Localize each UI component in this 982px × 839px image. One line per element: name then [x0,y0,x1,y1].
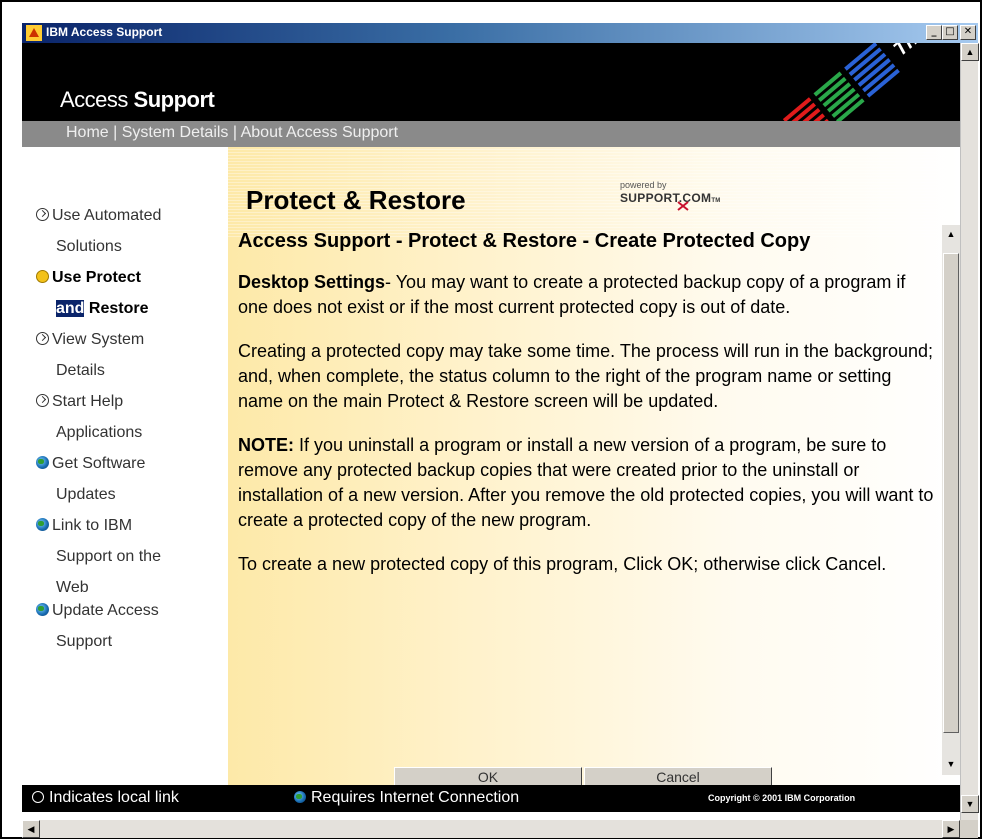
sidebar-item-label: Solutions [56,238,122,255]
instruction-paragraph: To create a new protected copy of this p… [238,554,887,574]
note-paragraph: NOTE: If you uninstall a program or inst… [238,433,938,533]
legend-label: Indicates local link [49,789,179,806]
sidebar-item-label: View System [52,331,145,348]
sidebar-item-label: Link to IBM [52,517,133,534]
support-com-swoosh-icon [677,201,689,211]
brand-light: Access [60,87,134,112]
sidebar-item-automated-solutions[interactable]: Use Automated Solutions [36,200,226,262]
scroll-up-icon[interactable]: ▲ [961,43,979,61]
globe-icon [294,791,306,803]
main-content: Protect & Restore powered by SUPPORT.COM… [228,147,960,785]
window-horizontal-scrollbar[interactable]: ◀ ▶ [22,820,960,838]
scroll-left-icon[interactable]: ◀ [22,820,40,838]
internet-legend: Requires Internet Connection [294,789,519,807]
nav-separator: | [108,124,122,141]
sidebar-item-label: Restore [84,300,149,317]
sidebar-item-software-updates[interactable]: Get Software Updates [36,448,226,510]
sidebar: Use Automated Solutions Use Protect and … [22,147,228,785]
ok-button[interactable]: OK [394,767,582,785]
nav-home-link[interactable]: Home [66,124,109,141]
nav-system-details-link[interactable]: System Details [122,124,229,141]
sidebar-item-label: Start Help [52,393,124,410]
local-link-icon [36,332,49,345]
maximize-button[interactable]: □ [942,25,958,40]
local-link-icon [32,791,44,803]
local-link-icon [36,394,49,407]
scrollbar-corner [960,820,978,838]
top-nav: Home | System Details | About Access Sup… [22,121,960,147]
globe-icon [36,603,49,616]
local-link-legend: Indicates local link [32,789,179,807]
sidebar-item-label: Get Software [52,455,146,472]
sidebar-item-protect-restore[interactable]: Use Protect and Restore [36,262,226,324]
dialog-buttons: OK Cancel [394,767,778,785]
sidebar-item-label: Updates [56,486,116,503]
brand-title: Access Support [60,87,215,113]
sidebar-item-update-access-support[interactable]: Update Access Support [36,595,226,657]
window-title: IBM Access Support [46,25,163,39]
nav-links: Home | System Details | About Access Sup… [66,124,398,142]
app-header: Access Support ThinkPad [22,43,960,121]
copyright-text: Copyright © 2001 IBM Corporation [708,793,856,803]
content-scrollbar[interactable]: ▲ ▼ [942,225,960,775]
sidebar-item-label: Applications [56,424,143,441]
paragraph-text: If you uninstall a program or install a … [238,435,934,530]
scroll-thumb[interactable] [943,253,959,733]
note-label: NOTE: [238,435,294,455]
sidebar-item-label: Support on the [56,548,161,565]
support-com-label: SUPPORT.COM [620,191,712,205]
title-bar[interactable]: IBM Access Support _ □ ✕ [22,23,978,43]
scroll-down-icon[interactable]: ▼ [942,755,960,773]
brand-bold: Support [133,87,215,112]
current-page-icon [36,270,49,283]
sidebar-item-label: Use Protect [52,269,141,286]
sidebar-item-label: Use Automated [52,207,162,224]
thinkpad-logo-text: ThinkPad [890,43,957,61]
article-body: Access Support - Protect & Restore - Cre… [238,227,938,772]
scroll-down-icon[interactable]: ▼ [961,795,979,813]
support-com-text: SUPPORT.COMTM [620,191,721,205]
cancel-button[interactable]: Cancel [584,767,772,785]
sidebar-item-view-system-details[interactable]: View System Details [36,324,226,386]
desktop-settings-paragraph: Desktop Settings- You may want to create… [238,270,938,320]
legend-label: Requires Internet Connection [311,789,520,806]
local-link-icon [36,208,49,221]
sidebar-item-ibm-support-web[interactable]: Link to IBM Support on the Web [36,510,226,603]
sidebar-item-start-help[interactable]: Start Help Applications [36,386,226,448]
ibm-thinkpad-logo: ThinkPad [782,43,957,121]
scroll-up-icon[interactable]: ▲ [942,225,960,243]
globe-icon [36,456,49,469]
browser-window: IBM Access Support _ □ ✕ Access Support [0,0,982,839]
desktop-settings-label: Desktop Settings [238,272,386,292]
sidebar-item-label: Details [56,362,105,379]
close-button[interactable]: ✕ [960,25,976,40]
scroll-right-icon[interactable]: ▶ [942,820,960,838]
sidebar-item-label: Update Access [52,602,159,619]
nav-about-link[interactable]: About Access Support [241,124,398,141]
page-title: Protect & Restore [246,185,466,215]
window-controls: _ □ ✕ [926,25,976,40]
app-icon [26,25,42,41]
minimize-button[interactable]: _ [926,25,942,40]
window-vertical-scrollbar[interactable]: ▲ ▼ [960,43,979,821]
nav-separator: | [228,124,241,141]
powered-by-text: powered by [620,180,667,190]
article-heading: Access Support - Protect & Restore - Cre… [238,230,811,252]
support-com-logo: powered by SUPPORT.COMTM [616,180,756,216]
footer-legend: Indicates local link Requires Internet C… [22,785,960,812]
process-paragraph: Creating a protected copy may take some … [238,341,934,411]
sidebar-item-label: Support [56,633,113,650]
selected-text: and [56,300,85,317]
globe-icon [36,518,49,531]
trademark-mark: TM [711,198,721,204]
